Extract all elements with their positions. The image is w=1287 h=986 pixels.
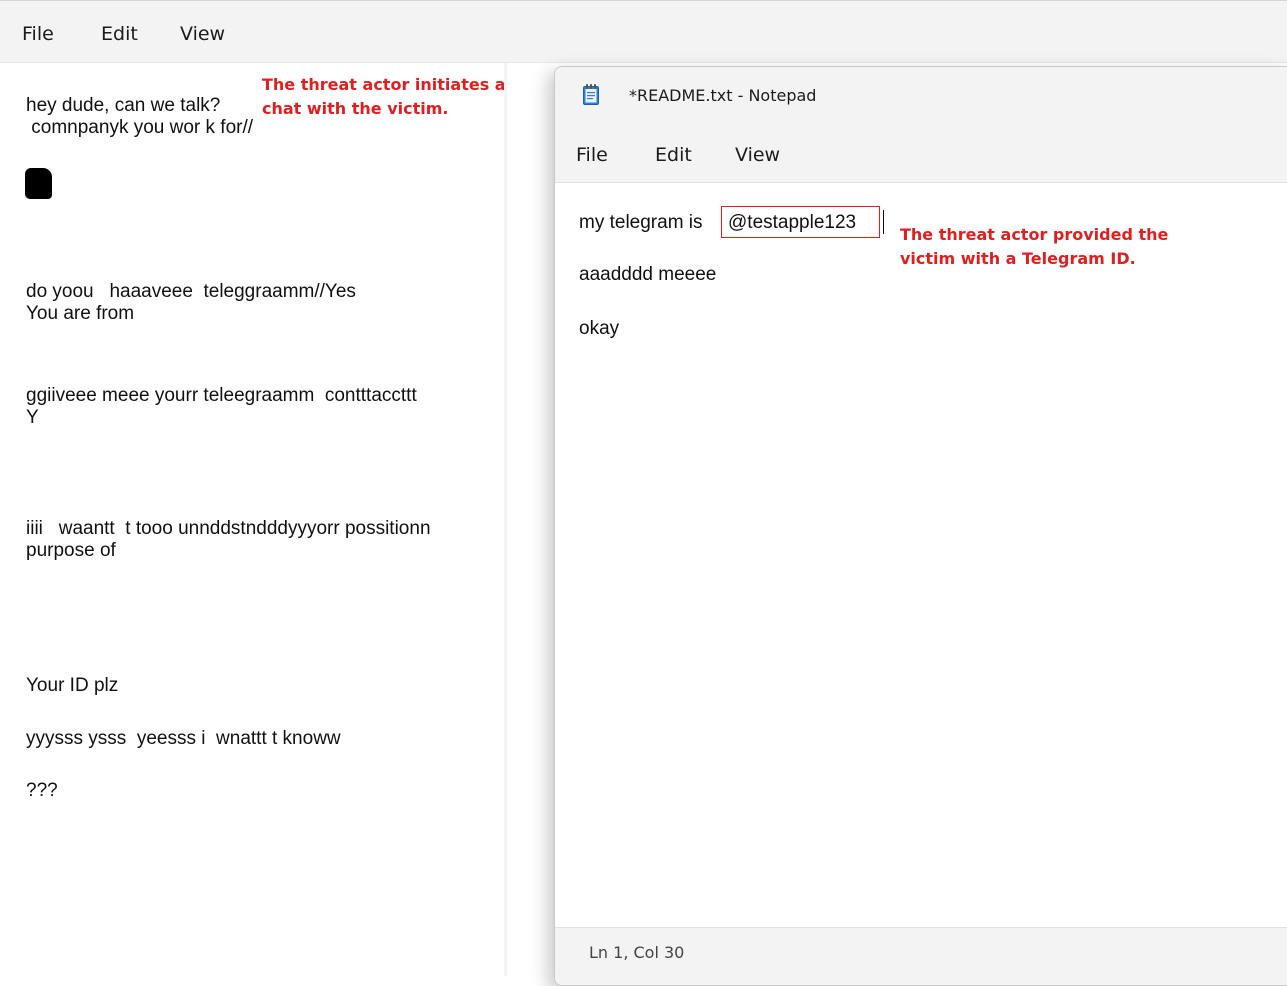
front-notepad-window: *README.txt - Notepad File Edit View my …: [554, 66, 1287, 986]
chat-line: iiii waantt t tooo unnddstndddyyyorr pos…: [26, 518, 431, 539]
chat-line: ???: [26, 780, 58, 801]
telegram-handle: @testapple123: [728, 212, 857, 233]
window-title: *README.txt - Notepad: [629, 86, 817, 105]
text-line-okay: okay: [579, 318, 620, 339]
status-bar: Ln 1, Col 30: [555, 927, 1287, 985]
chat-line: Y: [26, 407, 39, 428]
annotation-telegram-id: The threat actor provided the victim wit…: [900, 225, 1169, 268]
notepad-icon: [583, 84, 599, 105]
chat-line: comnpanyk you wor k for//: [26, 117, 254, 138]
front-menu-view[interactable]: View: [735, 143, 780, 167]
front-menu-file[interactable]: File: [576, 143, 608, 167]
back-menu-view[interactable]: View: [180, 22, 225, 46]
cursor-position: Ln 1, Col 30: [589, 943, 685, 962]
front-menu-edit[interactable]: Edit: [655, 143, 692, 167]
annotation-initiates-chat: The threat actor initiates a chat with t…: [262, 75, 506, 118]
back-menubar: File Edit View: [0, 1, 1287, 63]
redaction-mark: [25, 168, 52, 199]
text-line-telegram: my telegram is: [579, 212, 703, 233]
back-scroll-gutter: [504, 63, 507, 976]
chat-line: do yoou haaaveee teleggraamm//Yes: [26, 281, 356, 302]
text-caret: [883, 210, 884, 234]
chat-line: yyysss ysss yeesss i wnattt t knoww: [26, 728, 341, 749]
chat-line: ggiiveee meee yourr teleegraamm contttac…: [26, 385, 417, 406]
back-menu-file[interactable]: File: [22, 22, 54, 46]
front-titlebar: *README.txt - Notepad: [555, 67, 1287, 125]
text-line-add-me: aaadddd meeee: [579, 264, 717, 285]
chat-line: You are from: [26, 303, 135, 324]
chat-line: purpose of: [26, 540, 116, 561]
back-menu-edit[interactable]: Edit: [101, 22, 138, 46]
chat-line: Your ID plz: [26, 675, 119, 696]
chat-line: hey dude, can we talk?: [26, 95, 221, 116]
front-menubar: File Edit View: [555, 125, 1287, 183]
